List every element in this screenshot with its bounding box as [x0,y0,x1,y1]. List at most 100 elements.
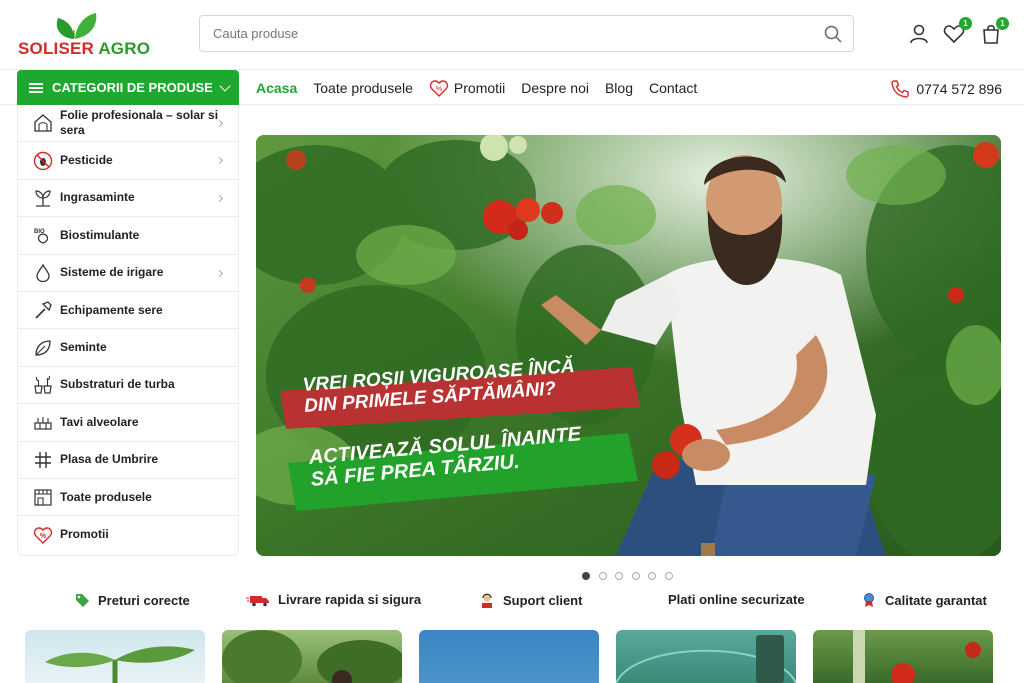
slider-dot[interactable] [615,572,623,580]
search-icon[interactable] [823,24,843,44]
tray-icon [32,411,54,433]
brand-part-2: AGRO [98,39,151,58]
tomato-plants-image [853,630,981,683]
nav-item-acasa[interactable]: Acasa [256,80,297,96]
category-card[interactable] [222,630,402,683]
sidebar-item-tavi[interactable]: Tavi alveolare [18,404,238,442]
chevron-right-icon [215,157,224,165]
sidebar-item-echipamente[interactable]: Echipamente sere [18,292,238,330]
categories-button[interactable]: CATEGORII DE PRODUSE [17,70,239,105]
chevron-down-icon [219,80,231,92]
nav-item-blog[interactable]: Blog [605,80,633,96]
greenhouse-tunnel-image [616,635,796,683]
cart-count-badge: 1 [996,17,1009,30]
sidebar-item-label: Tavi alveolare [60,414,139,429]
feature-label: Suport client [503,592,583,608]
site-header: SOLISER AGRO 1 1 [0,0,1024,70]
sidebar-item-irigare[interactable]: Sisteme de irigare [18,255,238,292]
slider-dot[interactable] [631,572,640,580]
sidebar-item-folie[interactable]: Folie profesionala – solar si sera [18,105,238,143]
nav-item-promotii[interactable]: % Promotii [429,79,505,97]
svg-text:%: % [40,533,47,540]
slider-dot[interactable] [582,572,590,580]
phone-number: 0774 572 896 [916,81,1002,97]
sidebar-item-label: Folie profesionala – solar si sera [60,108,219,138]
sidebar-item-plasa[interactable]: Plasa de Umbrire [18,442,238,479]
category-card[interactable] [419,630,599,683]
search-input[interactable] [200,16,800,51]
sidebar-item-toate-produsele[interactable]: Toate produsele [18,479,238,517]
cart-button[interactable]: 1 [979,17,1009,46]
sidebar-item-label: Seminte [60,340,107,355]
slider-dot[interactable] [664,572,673,580]
sidebar-item-substraturi[interactable]: Substraturi de turba [18,367,238,405]
category-card[interactable] [616,630,796,683]
sidebar-item-seminte[interactable]: Seminte [18,329,238,367]
sidebar-item-label: Toate produsele [60,489,152,504]
brand-part-1: SOLISER [18,39,95,58]
seedling-image [45,646,195,683]
slider-pagination [582,572,681,580]
hero-banner[interactable]: VREI ROȘII VIGUROASE ÎNCĂ DIN PRIMELE SĂ… [256,135,1001,556]
leaf-icon [32,337,54,359]
svg-text:%: % [436,86,442,93]
sidebar-item-label: Biostimulante [60,227,140,242]
sidebar-item-pesticide[interactable]: Pesticide [18,142,238,180]
user-icon[interactable] [907,22,931,46]
sidebar-item-promotii[interactable]: % Promotii [18,516,238,553]
sidebar-item-label: Sisteme de irigare [60,265,164,280]
hammer-icon [32,299,54,321]
heart-percent-icon: % [32,524,54,546]
feature-label: Livrare rapida si sigura [278,592,422,607]
greenhouse-icon [32,112,54,134]
store-icon [32,486,54,508]
sidebar-item-label: Plasa de Umbrire [60,452,159,467]
award-badge-icon [864,593,874,607]
brand-name: SOLISER AGRO [18,39,150,59]
wishlist-button[interactable]: 1 [942,17,972,46]
droplet-icon [32,262,54,284]
sidebar-item-ingrasaminte[interactable]: Ingrasaminte [18,180,238,218]
phone-link[interactable]: 0774 572 896 [890,79,1002,99]
sprout-icon [32,187,54,209]
pots-icon [32,374,54,396]
sidebar-item-label: Ingrasaminte [60,190,135,205]
nav-item-despre-noi[interactable]: Despre noi [521,80,589,96]
bio-icon: BIO [32,224,54,246]
menu-icon [29,82,43,93]
category-card[interactable] [813,630,993,683]
feature-fast-delivery: Livrare rapida si sigura [246,592,421,607]
search-bar [199,15,854,52]
category-sidebar: Folie profesionala – solar si sera Pesti… [17,105,239,556]
features-strip: Preturi corecte Livrare rapida si sigura… [0,592,1024,612]
site-logo[interactable]: SOLISER AGRO [18,12,150,58]
nav-item-contact[interactable]: Contact [649,80,697,96]
feature-label: Preturi corecte [98,592,190,608]
slider-dot[interactable] [598,572,607,580]
support-agent-icon [482,593,492,608]
feature-label: Plati online securizate [668,592,805,607]
chevron-right-icon [215,194,224,202]
sidebar-item-biostimulante[interactable]: BIO Biostimulante [18,217,238,255]
leaves-logo-icon [56,13,97,39]
feature-fair-prices: Preturi corecte [74,592,190,608]
sidebar-item-label: Pesticide [60,153,113,168]
chevron-right-icon [215,269,224,277]
phone-icon [891,80,910,98]
price-tag-icon [76,594,89,607]
main-navbar: CATEGORII DE PRODUSE Acasa Toate produse… [0,70,1024,105]
main-menu: Acasa Toate produsele % Promotii Despre … [256,70,713,105]
feature-quality: Calitate garantat [861,592,994,608]
feature-label: Calitate garantat [885,592,987,608]
slider-dot[interactable] [648,572,656,580]
nav-item-toate-produsele[interactable]: Toate produsele [313,80,413,96]
category-card[interactable] [25,630,205,683]
grid-icon [32,449,54,471]
bug-icon [32,150,54,172]
sidebar-item-label: Echipamente sere [60,302,163,317]
nav-item-promotii-label: Promotii [453,79,506,96]
feature-support: Suport client [479,592,582,608]
categories-label: CATEGORII DE PRODUSE [52,80,213,95]
sidebar-item-label: Substraturi de turba [60,377,175,392]
heart-percent-icon: % [429,79,449,97]
